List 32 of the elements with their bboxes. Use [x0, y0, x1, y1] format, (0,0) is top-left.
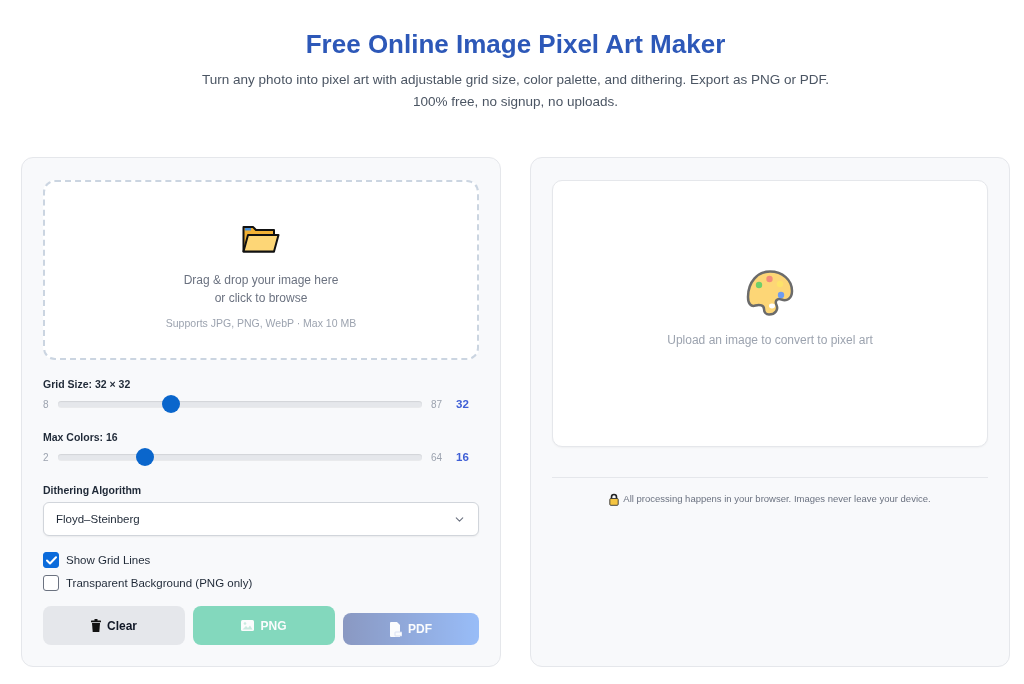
slider-thumb[interactable] — [161, 395, 180, 413]
upload-dropzone[interactable]: Drag & drop your image here or click to browse Supports JPG, PNG, WebP · Max 10 MB — [43, 180, 479, 360]
select-label: Dithering Algorithm — [43, 483, 143, 497]
preview-message: Upload an image to convert to pixel art — [667, 332, 873, 348]
checkbox-label: Transparent Background (PNG only) — [66, 577, 253, 589]
checkbox[interactable] — [43, 552, 59, 568]
trash-icon — [91, 619, 101, 632]
dropzone-text: Drag & drop your image here — [183, 272, 339, 289]
page-subtitle: 100% free, no signup, no uploads. — [413, 93, 618, 111]
folder-icon — [242, 225, 280, 253]
slider-value: 32 — [456, 398, 470, 410]
privacy-note: All processing happens in your browser. Images never leave your device. — [623, 492, 931, 506]
checkbox-label: Show Grid Lines — [66, 554, 151, 566]
slider-max: 64 — [430, 451, 444, 463]
dropzone-hint: Supports JPG, PNG, WebP · Max 10 MB — [165, 316, 357, 330]
page-subtitle: Turn any photo into pixel art with adjustable grid size, color palette, and dithering. Export as PNG or PDF. — [202, 71, 829, 89]
checkbox[interactable] — [43, 575, 59, 591]
slider-min: 2 — [43, 451, 50, 463]
slider-max: 87 — [430, 398, 444, 410]
clear-button[interactable]: Clear — [43, 606, 185, 645]
slider-label: Max Colors: 16 — [43, 430, 119, 444]
image-icon — [241, 620, 255, 631]
dropzone-text: or click to browse — [214, 290, 308, 307]
slider-min: 8 — [43, 398, 50, 410]
file-icon — [390, 621, 402, 637]
slider-value: 16 — [456, 451, 470, 463]
slider-label: Grid Size: 32 × 32 — [43, 377, 132, 391]
page-title: Free Online Image Pixel Art Maker — [305, 28, 726, 60]
dithering-select[interactable]: Floyd–Steinberg — [43, 502, 479, 536]
slider-thumb[interactable] — [136, 448, 155, 466]
lock-icon — [609, 492, 620, 506]
palette-icon — [746, 269, 794, 317]
